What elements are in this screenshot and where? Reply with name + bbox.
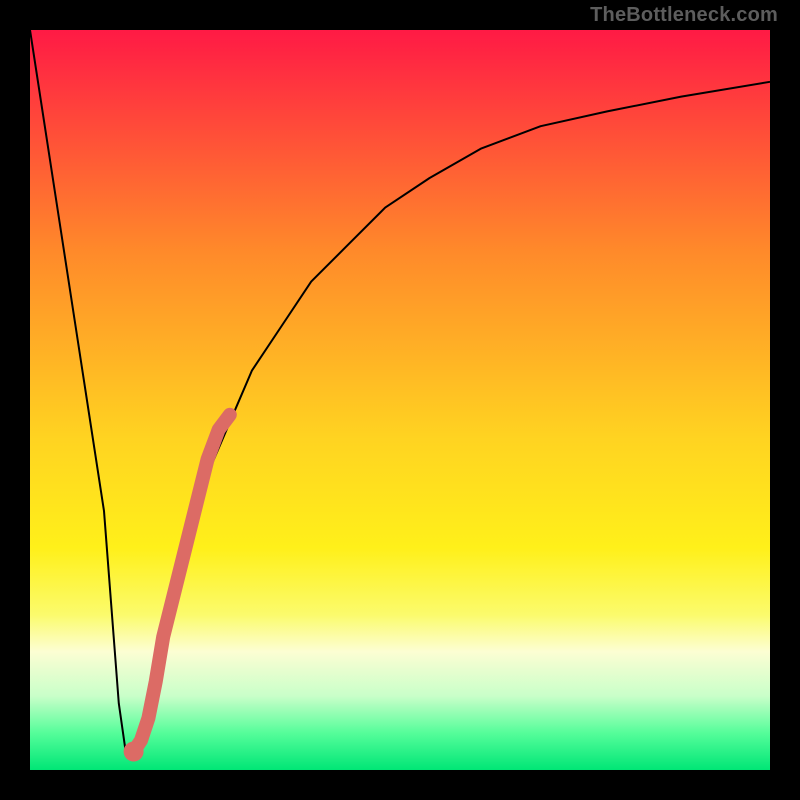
highlight-segment bbox=[134, 415, 230, 752]
watermark-text: TheBottleneck.com bbox=[590, 4, 778, 27]
highlight-dot bbox=[124, 742, 144, 762]
chart-frame: TheBottleneck.com bbox=[0, 0, 800, 800]
bottleneck-curve bbox=[30, 30, 770, 755]
chart-svg bbox=[30, 30, 770, 770]
plot-area bbox=[30, 30, 770, 770]
